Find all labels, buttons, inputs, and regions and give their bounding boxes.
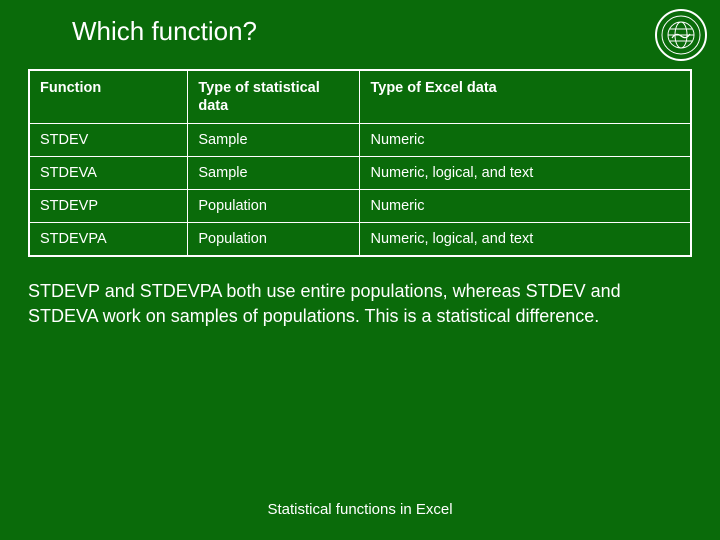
table-cell: STDEVPA bbox=[29, 223, 188, 257]
function-table-container: Function Type of statistical data Type o… bbox=[0, 47, 720, 257]
table-cell: Numeric bbox=[360, 190, 691, 223]
table-header: Type of statistical data bbox=[188, 70, 360, 124]
table-cell: Sample bbox=[188, 157, 360, 190]
table-cell: Numeric, logical, and text bbox=[360, 157, 691, 190]
table-cell: STDEVA bbox=[29, 157, 188, 190]
institute-logo bbox=[654, 8, 708, 62]
table-cell: Sample bbox=[188, 124, 360, 157]
table-cell: STDEV bbox=[29, 124, 188, 157]
function-table: Function Type of statistical data Type o… bbox=[28, 69, 692, 257]
table-header-row: Function Type of statistical data Type o… bbox=[29, 70, 691, 124]
table-cell: Population bbox=[188, 223, 360, 257]
table-cell: Population bbox=[188, 190, 360, 223]
table-row: STDEV Sample Numeric bbox=[29, 124, 691, 157]
table-header: Type of Excel data bbox=[360, 70, 691, 124]
table-cell: Numeric bbox=[360, 124, 691, 157]
table-cell: Numeric, logical, and text bbox=[360, 223, 691, 257]
table-row: STDEVA Sample Numeric, logical, and text bbox=[29, 157, 691, 190]
table-row: STDEVP Population Numeric bbox=[29, 190, 691, 223]
explanation-text: STDEVP and STDEVPA both use entire popul… bbox=[0, 257, 720, 328]
table-cell: STDEVP bbox=[29, 190, 188, 223]
table-row: STDEVPA Population Numeric, logical, and… bbox=[29, 223, 691, 257]
table-header: Function bbox=[29, 70, 188, 124]
footer-text: Statistical functions in Excel bbox=[0, 501, 720, 518]
page-title: Which function? bbox=[0, 0, 720, 47]
